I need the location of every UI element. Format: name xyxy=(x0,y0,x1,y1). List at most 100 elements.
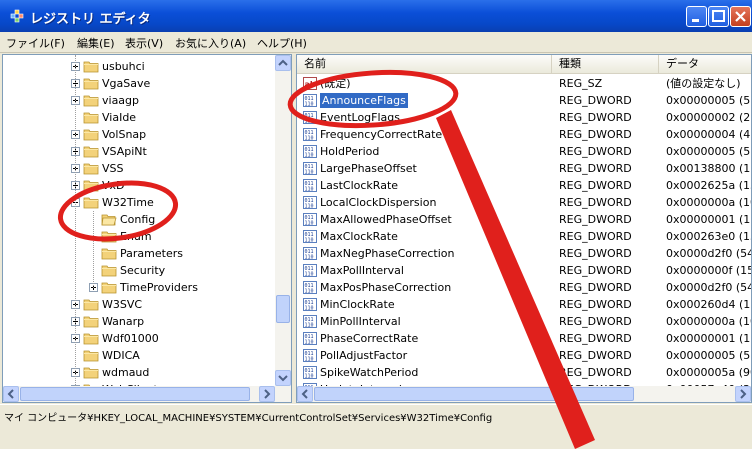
menu-view[interactable]: 表示(V) xyxy=(125,35,163,51)
value-data: 0x0000000a (10) xyxy=(666,315,752,328)
value-data: 0x0000d2f0 (54000) xyxy=(666,281,751,294)
menu-file[interactable]: ファイル(F) xyxy=(6,35,65,51)
folder-icon xyxy=(83,60,99,73)
window-title: レジストリ エディタ xyxy=(30,12,151,27)
list-scroll-left-button[interactable] xyxy=(297,386,313,402)
menu-favorites[interactable]: お気に入り(A) xyxy=(175,35,246,51)
tree-item-parameters[interactable]: Parameters xyxy=(3,245,273,262)
column-data-header[interactable]: データ xyxy=(659,55,751,73)
menu-edit[interactable]: 編集(E) xyxy=(77,35,115,51)
close-icon xyxy=(735,11,746,22)
tree-item-label: Security xyxy=(120,264,166,277)
value-data: 0x0000000f (15) xyxy=(666,264,752,277)
value-row-maxclockrate[interactable]: 011 110 MaxClockRate REG_DWORD 0x000263e0 (1… xyxy=(297,228,751,245)
minimize-button[interactable] xyxy=(686,6,707,27)
scroll-up-button[interactable] xyxy=(275,55,291,71)
values-list-pane[interactable]: 名前 種類 データ ab (既定) REG_SZ (値の設定なし) 011 110 Anno… xyxy=(296,54,752,403)
tree-item-vgasave[interactable]: VgaSave xyxy=(3,75,273,92)
dword-value-icon: 011110 xyxy=(303,264,317,278)
svg-text:110: 110 xyxy=(305,153,314,159)
registry-editor-window: レジストリ エディタ ファイル(F) 編集(E) 表示(V) お気に入り(A) … xyxy=(0,0,752,449)
scroll-down-button[interactable] xyxy=(275,370,291,386)
value-row-holdperiod[interactable]: 011 110 HoldPeriod REG_DWORD 0x00000005 (5) xyxy=(297,143,751,160)
list-hscroll-thumb[interactable] xyxy=(314,387,634,401)
value-row-lastclockrate[interactable]: 011 110 LastClockRate REG_DWORD 0x0002625a (… xyxy=(297,177,751,194)
value-name: MaxPollInterval xyxy=(320,264,404,277)
value-name: LocalClockDispersion xyxy=(320,196,437,209)
folder-icon xyxy=(101,230,117,243)
value-row-phasecorrectrate[interactable]: 011 110 PhaseCorrectRate REG_DWORD 0x0000000… xyxy=(297,330,751,347)
tree-item-usbuhci[interactable]: usbuhci xyxy=(3,58,273,75)
tree-item-viaagp[interactable]: viaagp xyxy=(3,92,273,109)
list-scroll-right-button[interactable] xyxy=(735,386,751,402)
dword-value-icon: 011110 xyxy=(303,332,317,346)
value-type: REG_SZ xyxy=(559,77,603,90)
tree-item-vsapint[interactable]: VSApiNt xyxy=(3,143,273,160)
tree-item-vss[interactable]: VSS xyxy=(3,160,273,177)
value-name: AnnounceFlags xyxy=(320,93,408,108)
tree-item-label: VolSnap xyxy=(102,128,147,141)
value-data: 0x00000005 (5) xyxy=(666,145,752,158)
value-row-minclockrate[interactable]: 011 110 MinClockRate REG_DWORD 0x000260d4 (1… xyxy=(297,296,751,313)
value-name: MaxPosPhaseCorrection xyxy=(320,281,452,294)
value-row-maxnegphasecorrection[interactable]: 011 110 MaxNegPhaseCorrection REG_DWORD 0x00… xyxy=(297,245,751,262)
value-row-spikewatchperiod[interactable]: 011 110 SpikeWatchPeriod REG_DWORD 0x0000005… xyxy=(297,364,751,381)
value-row--[interactable]: ab (既定) REG_SZ (値の設定なし) xyxy=(297,75,751,92)
tree-item-volsnap[interactable]: VolSnap xyxy=(3,126,273,143)
value-row-maxpollinterval[interactable]: 011 110 MaxPollInterval REG_DWORD 0x0000000f… xyxy=(297,262,751,279)
tree-item-viaide[interactable]: ViaIde xyxy=(3,109,273,126)
value-row-polladjustfactor[interactable]: 011 110 PollAdjustFactor REG_DWORD 0x0000000… xyxy=(297,347,751,364)
tree-item-w3svc[interactable]: W3SVC xyxy=(3,296,273,313)
svg-text:110: 110 xyxy=(305,221,314,227)
folder-icon xyxy=(83,298,99,311)
tree-item-timeproviders[interactable]: TimeProviders xyxy=(3,279,273,296)
tree-item-wdf01000[interactable]: Wdf01000 xyxy=(3,330,273,347)
column-name-header[interactable]: 名前 xyxy=(297,55,552,73)
key-tree-pane[interactable]: usbuhci VgaSave viaagp ViaIde VolSnap VSApiNt… xyxy=(2,54,292,403)
tree-item-wanarp[interactable]: Wanarp xyxy=(3,313,273,330)
folder-icon xyxy=(83,77,99,90)
close-button[interactable] xyxy=(730,6,751,27)
value-row-frequencycorrectrate[interactable]: 011 110 FrequencyCorrectRate REG_DWORD 0x000… xyxy=(297,126,751,143)
value-row-maxallowedphaseoffset[interactable]: 011 110 MaxAllowedPhaseOffset REG_DWORD 0x00… xyxy=(297,211,751,228)
tree-item-vxd[interactable]: VxD xyxy=(3,177,273,194)
folder-icon xyxy=(101,264,117,277)
value-type: REG_DWORD xyxy=(559,196,632,209)
scroll-left-button[interactable] xyxy=(3,386,19,402)
folder-icon xyxy=(83,179,99,192)
value-name: LargePhaseOffset xyxy=(320,162,417,175)
tree-vertical-scrollbar[interactable] xyxy=(275,55,291,386)
tree-horizontal-scrollbar[interactable] xyxy=(3,386,291,402)
folder-icon xyxy=(83,145,99,158)
tree-item-config[interactable]: Config xyxy=(3,211,273,228)
tree-hscroll-thumb[interactable] xyxy=(20,387,250,401)
value-row-eventlogflags[interactable]: 011 110 EventLogFlags REG_DWORD 0x00000002 (… xyxy=(297,109,751,126)
folder-icon xyxy=(83,94,99,107)
value-type: REG_DWORD xyxy=(559,230,632,243)
value-data: 0x0000d2f0 (54000) xyxy=(666,247,751,260)
svg-text:110: 110 xyxy=(305,306,314,312)
expand-icon[interactable] xyxy=(71,402,80,403)
menu-help[interactable]: ヘルプ(H) xyxy=(257,35,307,51)
tree-item-enum[interactable]: Enum xyxy=(3,228,273,245)
tree-item-label: Wdf01000 xyxy=(102,332,159,345)
tree-item-wdmaud[interactable]: wdmaud xyxy=(3,364,273,381)
tree-item-security[interactable]: Security xyxy=(3,262,273,279)
column-type-header[interactable]: 種類 xyxy=(552,55,659,73)
value-name: MaxNegPhaseCorrection xyxy=(320,247,455,260)
value-type: REG_DWORD xyxy=(559,111,632,124)
value-row-localclockdispersion[interactable]: 011 110 LocalClockDispersion REG_DWORD 0x000… xyxy=(297,194,751,211)
value-row-minpollinterval[interactable]: 011 110 MinPollInterval REG_DWORD 0x0000000a… xyxy=(297,313,751,330)
maximize-button[interactable] xyxy=(708,6,729,27)
tree-scroll-thumb[interactable] xyxy=(276,295,290,323)
value-row-announceflags[interactable]: 011 110 AnnounceFlags REG_DWORD 0x00000005 (… xyxy=(297,92,751,109)
folder-icon xyxy=(101,281,117,294)
tree-item-wdica[interactable]: WDICA xyxy=(3,347,273,364)
value-row-maxposphasecorrection[interactable]: 011 110 MaxPosPhaseCorrection REG_DWORD 0x00… xyxy=(297,279,751,296)
tree-item-w32time[interactable]: W32Time xyxy=(3,194,273,211)
title-bar[interactable]: レジストリ エディタ xyxy=(0,0,752,32)
value-type: REG_DWORD xyxy=(559,179,632,192)
value-row-largephaseoffset[interactable]: 011 110 LargePhaseOffset REG_DWORD 0x0013880… xyxy=(297,160,751,177)
list-horizontal-scrollbar[interactable] xyxy=(297,386,751,402)
scroll-right-button[interactable] xyxy=(259,386,275,402)
